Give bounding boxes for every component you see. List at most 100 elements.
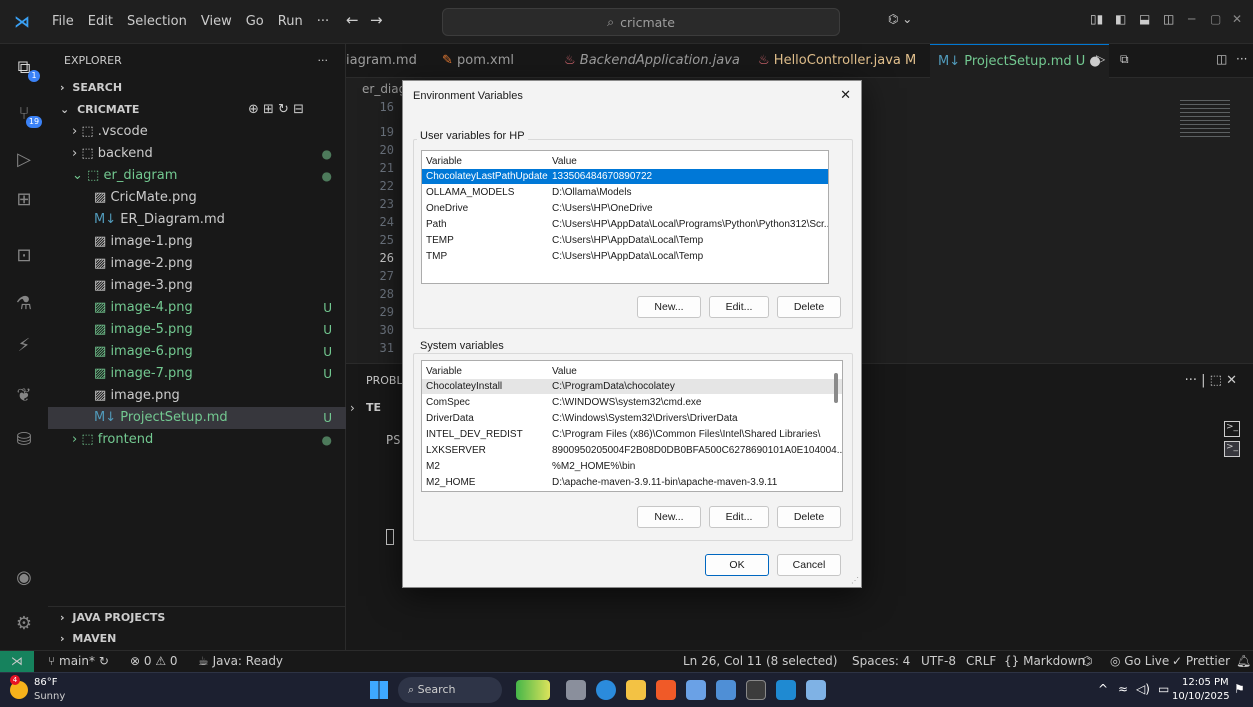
project-actions[interactable]: ⊕ ⊞ ↻ ⊟	[248, 99, 304, 121]
language-mode[interactable]: {} Markdown	[1004, 654, 1085, 668]
layout-icon[interactable]: ▯▮	[1090, 12, 1103, 26]
list-item[interactable]: TEMP C:\Users\HP\AppData\Local\Temp	[422, 233, 828, 248]
list-item[interactable]: INTEL_DEV_REDIST C:\Program Files (x86)\…	[422, 427, 842, 442]
run-debug-icon[interactable]: ▷	[12, 148, 36, 172]
terminal-powershell-icon[interactable]: >_	[1224, 441, 1240, 457]
file-image-7[interactable]: ▨ image-7.png U	[48, 363, 346, 385]
menu-run[interactable]: Run	[278, 14, 303, 29]
panel-actions[interactable]: ··· | ⬚ ✕	[1185, 373, 1237, 388]
java-projects-section[interactable]: › JAVA PROJECTS	[48, 606, 346, 628]
close-window-button[interactable]: ✕	[1232, 12, 1242, 26]
list-item[interactable]: LXKSERVER 8900950205004F2B08D0DB0BFA500C…	[422, 443, 842, 458]
command-center-search[interactable]: ⌕ cricmate	[442, 8, 840, 36]
system-properties-icon[interactable]	[806, 680, 826, 700]
list-item[interactable]: ComSpec C:\WINDOWS\system32\cmd.exe	[422, 395, 842, 410]
menu-go[interactable]: Go	[246, 14, 264, 29]
system-new-button[interactable]: New...	[637, 506, 701, 528]
user-delete-button[interactable]: Delete	[777, 296, 841, 318]
tab-pom-xml[interactable]: ✎ pom.xml	[442, 44, 514, 78]
notifications-bell-icon[interactable]: 🔔︎	[1236, 654, 1251, 668]
vscode-app-icon[interactable]	[776, 680, 796, 700]
go-live-button[interactable]: ◎ Go Live	[1110, 654, 1169, 668]
maven-section[interactable]: › MAVEN	[48, 628, 346, 650]
brave-app-icon[interactable]	[656, 680, 676, 700]
list-item[interactable]: DriverData C:\Windows\System32\Drivers\D…	[422, 411, 842, 426]
list-item[interactable]: OLLAMA_MODELS D:\Ollama\Models	[422, 185, 828, 200]
dialog-close-button[interactable]: ✕	[840, 87, 851, 103]
toggle-panel-icon[interactable]: ⬓	[1139, 12, 1150, 26]
copilot-icon[interactable]: ⌬ ⌄	[888, 12, 912, 26]
column-variable[interactable]: Variable	[426, 364, 462, 379]
user-variables-list[interactable]: Variable Value ChocolateyLastPathUpdate …	[421, 150, 829, 284]
menu-file[interactable]: File	[52, 14, 74, 29]
edge-app-icon[interactable]	[596, 680, 616, 700]
maximize-button[interactable]: ▢	[1210, 12, 1221, 26]
user-new-button[interactable]: New...	[637, 296, 701, 318]
menu-view[interactable]: View	[201, 14, 232, 29]
tab-backend-application[interactable]: ♨ BackendApplication.java	[564, 44, 740, 78]
column-value[interactable]: Value	[552, 364, 577, 379]
list-item[interactable]: TMP C:\Users\HP\AppData\Local\Temp	[422, 249, 828, 264]
file-image-1[interactable]: ▨ image-1.png	[48, 231, 346, 253]
toggle-secondary-sidebar-icon[interactable]: ◫	[1163, 12, 1174, 26]
system-edit-button[interactable]: Edit...	[709, 506, 769, 528]
file-image-2[interactable]: ▨ image-2.png	[48, 253, 346, 275]
system-delete-button[interactable]: Delete	[777, 506, 841, 528]
file-image-3[interactable]: ▨ image-3.png	[48, 275, 346, 297]
file-image-4[interactable]: ▨ image-4.png U	[48, 297, 346, 319]
list-item[interactable]: Path C:\Users\HP\AppData\Local\Programs\…	[422, 217, 828, 232]
app-icon[interactable]	[716, 680, 736, 700]
thunder-client-icon[interactable]: ⚡	[12, 334, 36, 358]
menu-selection[interactable]: Selection	[127, 14, 187, 29]
taskbar-search[interactable]: ⌕ Search	[398, 677, 502, 703]
settings-gear-icon[interactable]: ⚙	[12, 612, 36, 636]
java-status[interactable]: ☕ Java: Ready	[198, 654, 283, 668]
remote-indicator[interactable]: ⋊	[0, 651, 34, 672]
terminal-section[interactable]: TE	[366, 401, 381, 414]
minimap[interactable]	[1180, 100, 1230, 140]
notification-center-icon[interactable]: ⚑	[1234, 682, 1245, 696]
tray-chevron-icon[interactable]: ^	[1098, 682, 1108, 696]
list-item[interactable]: M2_HOME D:\apache-maven-3.9.11-bin\apach…	[422, 475, 842, 490]
battery-icon[interactable]: ▭	[1158, 682, 1169, 696]
file-image-png[interactable]: ▨ image.png	[48, 385, 346, 407]
tab-hello-controller[interactable]: ♨ HelloController.java M	[758, 44, 916, 78]
windows-start-icon[interactable]	[370, 681, 388, 699]
file-explorer-icon[interactable]	[626, 680, 646, 700]
run-icon[interactable]: ▷	[1096, 52, 1105, 66]
problems-indicator[interactable]: ⊗ 0 ⚠ 0	[130, 654, 178, 668]
list-item[interactable]: M2 %M2_HOME%\bin	[422, 459, 842, 474]
breadcrumb[interactable]: er_diag	[362, 82, 406, 96]
branch-indicator[interactable]: ⑂ main* ↻	[48, 654, 109, 668]
folder-er-diagram[interactable]: ⌄ ⬚ er_diagram ●	[48, 165, 346, 187]
tab-projectsetup[interactable]: M↓ ProjectSetup.md U ●	[930, 44, 1109, 78]
copilot-icon[interactable]: ⌬	[1082, 654, 1092, 668]
file-image-5[interactable]: ▨ image-5.png U	[48, 319, 346, 341]
minimize-button[interactable]: ─	[1188, 12, 1195, 26]
tab-er-diagram[interactable]: iagram.md	[346, 44, 417, 78]
list-item[interactable]: ChocolateyInstall C:\ProgramData\chocola…	[422, 379, 842, 394]
encoding[interactable]: UTF-8	[921, 654, 956, 668]
testing-icon[interactable]: ⚗	[12, 292, 36, 316]
column-variable[interactable]: Variable	[426, 154, 462, 169]
folder-vscode[interactable]: › ⬚ .vscode	[48, 121, 346, 143]
terminal-app-icon[interactable]	[746, 680, 766, 700]
indentation[interactable]: Spaces: 4	[852, 654, 910, 668]
list-item[interactable]: OneDrive C:\Users\HP\OneDrive	[422, 201, 828, 216]
prettier-status[interactable]: ✓ Prettier	[1172, 654, 1230, 668]
nav-forward-button[interactable]: →	[370, 11, 383, 29]
remote-explorer-icon[interactable]: ⊡	[12, 244, 36, 268]
file-er-diagram-md[interactable]: M↓ ER_Diagram.md	[48, 209, 346, 231]
ok-button[interactable]: OK	[705, 554, 769, 576]
resize-grip-icon[interactable]: ⋰	[851, 576, 859, 585]
toggle-sidebar-icon[interactable]: ◧	[1115, 12, 1126, 26]
open-preview-icon[interactable]: ⧉	[1120, 52, 1129, 67]
extensions-icon[interactable]: ⊞	[12, 188, 36, 212]
copilot-app-icon[interactable]	[516, 680, 550, 700]
column-value[interactable]: Value	[552, 154, 577, 169]
search-section[interactable]: › SEARCH	[48, 77, 346, 99]
file-projectsetup-md[interactable]: M↓ ProjectSetup.md U	[48, 407, 346, 429]
wifi-icon[interactable]: ≈	[1118, 682, 1128, 696]
more-actions-icon[interactable]: ···	[1236, 52, 1247, 66]
project-section[interactable]: ⌄ CRICMATE ⊕ ⊞ ↻ ⊟	[48, 99, 346, 121]
